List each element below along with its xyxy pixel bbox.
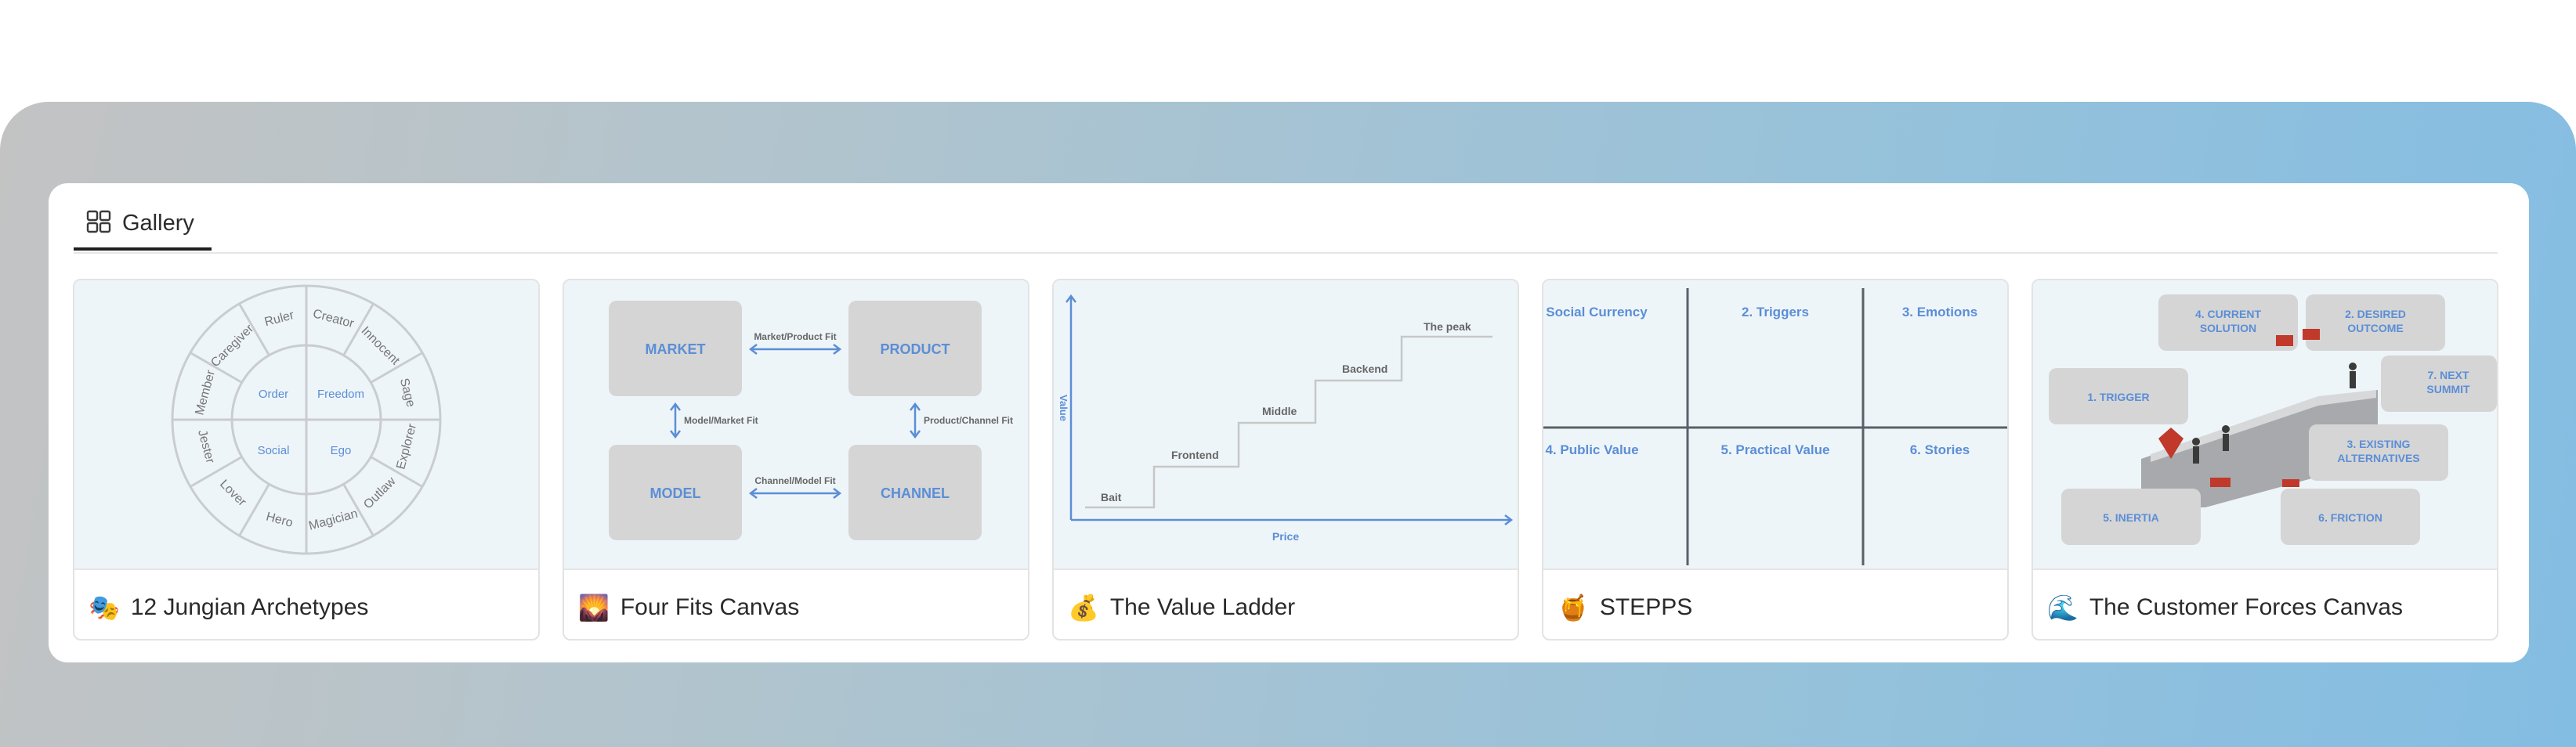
card-title-row: 🍯 STEPPS (1558, 589, 1692, 626)
archetype-label: Outlaw (361, 475, 399, 512)
archetype-label: Member (193, 368, 218, 417)
grid-icon (86, 210, 111, 237)
archetype-label: Hero (265, 510, 295, 529)
stepps-cell: 3. Emotions (1902, 305, 1977, 319)
gallery-card-stepps[interactable]: Social Currency 2. Triggers 3. Emotions … (1542, 279, 2009, 641)
card-title: The Value Ladder (1109, 594, 1296, 620)
force-box-label: 4. CURRENT (2195, 308, 2261, 320)
fit-box-label: PRODUCT (881, 341, 950, 357)
gallery-panel: Gallery Creator Innocent Sage Explorer Outla… (49, 183, 2529, 662)
card-title-row: 💰 The Value Ladder (1068, 589, 1295, 626)
force-box-label: 2. DESIRED (2345, 308, 2406, 320)
stepps-thumbnail: Social Currency 2. Triggers 3. Emotions … (1543, 280, 2007, 570)
fit-box-label: MARKET (646, 341, 706, 357)
gallery-card-jungian-archetypes[interactable]: Creator Innocent Sage Explorer Outlaw Magicia… (73, 279, 540, 641)
archetype-label: Jester (195, 428, 217, 465)
stepps-cell: 2. Triggers (1742, 305, 1809, 319)
gallery-card-customer-forces[interactable]: 4. CURRENT SOLUTION 2. DESIRED OUTCOME 7… (2031, 279, 2498, 641)
ladder-step-label: Bait (1101, 491, 1122, 503)
theater-masks-icon: 🎭 (89, 593, 120, 622)
customer-forces-thumbnail: 4. CURRENT SOLUTION 2. DESIRED OUTCOME 7… (2033, 280, 2497, 570)
fit-box-label: MODEL (650, 485, 701, 501)
stepps-cell: 6. Stories (1910, 442, 1970, 457)
archetype-wheel-thumbnail: Creator Innocent Sage Explorer Outlaw Magicia… (74, 280, 538, 570)
x-axis-label: Price (1272, 530, 1299, 543)
ladder-step-label: Middle (1262, 405, 1297, 417)
inner-label: Social (258, 444, 290, 457)
four-fits-thumbnail: MARKET PRODUCT MODEL CHANNEL Market/Prod… (564, 280, 1028, 570)
force-box-label: 7. NEXT (2428, 369, 2469, 381)
value-ladder-thumbnail: Bait Frontend Middle Backend The peak Pr… (1054, 280, 1518, 570)
gallery-card-value-ladder[interactable]: Bait Frontend Middle Backend The peak Pr… (1052, 279, 1519, 641)
archetype-label: Innocent (359, 324, 403, 368)
force-box-label: SOLUTION (2200, 322, 2256, 334)
fit-label: Market/Product Fit (754, 331, 836, 342)
force-box-label: SUMMIT (2426, 383, 2470, 395)
money-bag-icon: 💰 (1068, 593, 1099, 622)
card-title-row: 🌊 The Customer Forces Canvas (2047, 589, 2403, 626)
archetype-label: Explorer (394, 422, 419, 471)
card-title: STEPPS (1599, 594, 1693, 620)
fit-label: Product/Channel Fit (924, 415, 1013, 426)
stepps-cell: 5. Practical Value (1721, 442, 1830, 457)
tab-label: Gallery (122, 210, 194, 236)
inner-label: Freedom (317, 388, 364, 401)
archetype-label: Ruler (263, 309, 296, 330)
card-title-row: 🌄 Four Fits Canvas (578, 589, 799, 626)
tab-gallery[interactable]: Gallery (74, 199, 212, 251)
force-box-label: 3. EXISTING (2347, 438, 2411, 450)
view-tabs: Gallery (74, 183, 2498, 254)
archetype-label: Lover (217, 478, 249, 510)
inner-label: Ego (331, 444, 352, 457)
honey-pot-icon: 🍯 (1558, 593, 1589, 622)
stepps-cell: 4. Public Value (1545, 442, 1638, 457)
force-box-label: 5. INERTIA (2103, 511, 2159, 524)
force-box-label: 1. TRIGGER (2087, 391, 2149, 403)
fit-label: Channel/Model Fit (754, 475, 835, 486)
ladder-step-label: The peak (1424, 320, 1471, 333)
sunrise-icon: 🌄 (578, 593, 610, 622)
force-box-label: 6. FRICTION (2318, 511, 2382, 524)
archetype-label: Caregiver (208, 322, 257, 370)
gallery-card-four-fits[interactable]: MARKET PRODUCT MODEL CHANNEL Market/Prod… (563, 279, 1029, 641)
fit-label: Model/Market Fit (684, 415, 758, 426)
card-title: Four Fits Canvas (620, 594, 800, 620)
y-axis-label: Value (1058, 395, 1069, 421)
wheel-spoke (238, 483, 270, 536)
force-box-label: ALTERNATIVES (2337, 452, 2419, 464)
fit-box-label: CHANNEL (881, 485, 950, 501)
ladder-step-label: Frontend (1171, 449, 1219, 461)
water-wave-icon: 🌊 (2047, 593, 2079, 622)
card-title: 12 Jungian Archetypes (130, 594, 369, 620)
archetype-label: Sage (397, 377, 418, 409)
force-box-label: OUTCOME (2347, 322, 2404, 334)
ladder-step-label: Backend (1342, 363, 1387, 375)
archetype-label: Magician (307, 507, 359, 533)
stepps-cell: Social Currency (1546, 305, 1648, 319)
card-title-row: 🎭 12 Jungian Archetypes (89, 589, 368, 626)
inner-label: Order (259, 388, 288, 401)
card-title: The Customer Forces Canvas (2089, 594, 2403, 620)
archetype-label: Creator (312, 307, 356, 330)
